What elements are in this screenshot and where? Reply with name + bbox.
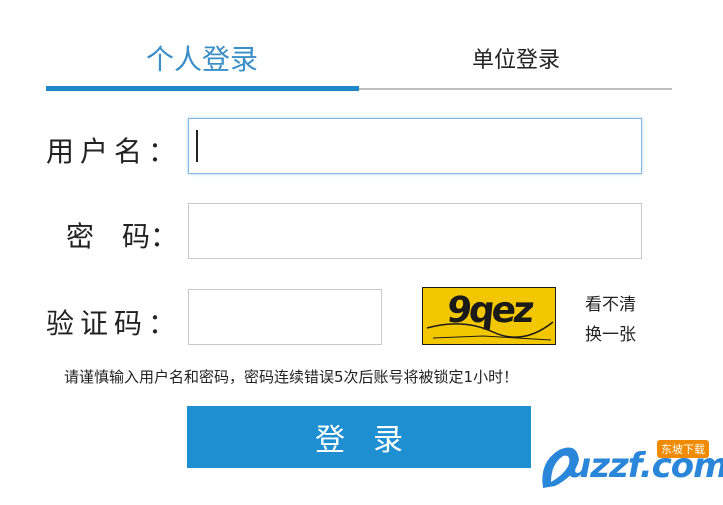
captcha-text: 9qez — [444, 290, 534, 331]
tab-personal-label: 个人登录 — [145, 43, 258, 76]
refresh-line-1: 看不清 — [585, 295, 636, 315]
password-input[interactable] — [188, 203, 642, 259]
text-caret — [196, 130, 198, 162]
password-label: 密 码： — [66, 220, 179, 253]
tab-personal-login[interactable]: 个人登录 — [46, 30, 358, 86]
tab-underline — [358, 88, 672, 90]
refresh-line-2: 换一张 — [585, 325, 636, 345]
tab-active-indicator — [46, 86, 359, 91]
tab-unit-login[interactable]: 单位登录 — [360, 30, 672, 86]
watermark-logo: uzzf.com 东坡下载 — [537, 440, 723, 496]
captcha-input[interactable] — [188, 289, 382, 345]
username-label: 用户名： — [46, 135, 183, 168]
lockout-warning: 请谨慎输入用户名和密码，密码连续错误5次后账号将被锁定1小时！ — [64, 368, 519, 386]
refresh-captcha-link[interactable]: 看不清 换一张 — [585, 290, 645, 350]
tab-unit-label: 单位登录 — [471, 48, 560, 73]
captcha-image[interactable]: 9qez — [422, 287, 556, 345]
login-button[interactable]: 登录 — [187, 406, 531, 468]
watermark-badge: 东坡下载 — [657, 440, 709, 458]
username-input[interactable] — [188, 118, 642, 174]
captcha-label: 验证码： — [46, 307, 183, 340]
